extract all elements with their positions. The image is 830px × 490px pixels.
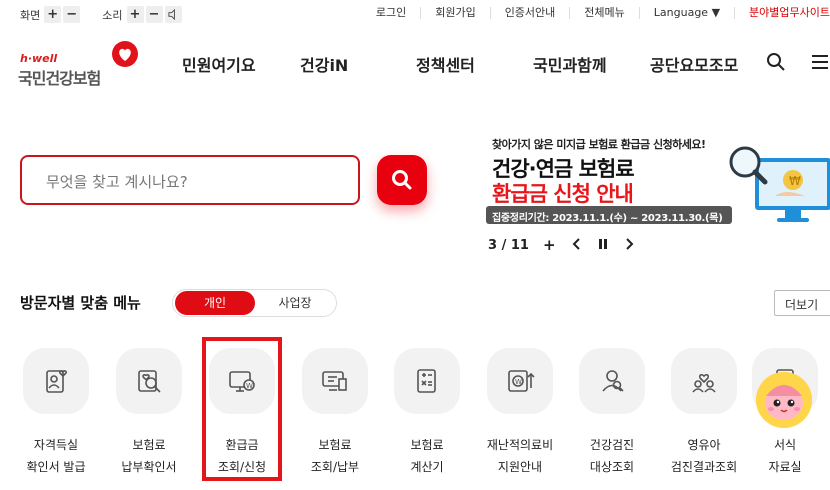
more-button[interactable]: 더보기: [774, 290, 830, 316]
menu-item-sublabel: 지원안내: [497, 460, 543, 474]
menu-item-premium-payment[interactable]: 보험료 조회/납부: [290, 348, 380, 488]
menu-item-label: 자격득실: [33, 438, 79, 452]
svg-text:₩: ₩: [789, 174, 801, 188]
search-button[interactable]: [377, 155, 427, 205]
menu-item-calculator[interactable]: 보험료 계산기: [382, 348, 472, 488]
menu-item-sublabel: 검진결과조회: [670, 460, 738, 474]
zoom-out-button[interactable]: −: [63, 6, 81, 23]
nav-civil-service[interactable]: 민원여기요: [182, 52, 256, 76]
menu-item-sublabel: 대상조회: [589, 460, 635, 474]
svg-text:W: W: [515, 378, 522, 386]
sound-label: 소리: [102, 8, 123, 22]
menu-item-sublabel: 자료실: [768, 460, 802, 474]
visitor-tabs: 개인 사업장: [172, 289, 337, 317]
chevron-left-icon[interactable]: [572, 236, 582, 254]
nav-policy-center[interactable]: 정책센터: [416, 52, 475, 76]
nav-health-in[interactable]: 건강iN: [300, 52, 348, 76]
accessibility-controls: 화면 + − 소리 + −: [20, 6, 184, 23]
magnifier-icon: [392, 170, 412, 190]
search-placeholder: 무엇을 찾고 계시나요?: [46, 173, 188, 191]
chevron-right-icon[interactable]: [624, 236, 634, 254]
won-arrow-icon: W: [487, 348, 553, 414]
menu-item-infant-checkup[interactable]: 영유아 검진결과조회: [659, 348, 749, 488]
person-heart-icon: [23, 348, 89, 414]
menu-icon[interactable]: [810, 54, 830, 70]
banner-period: 집중정리기간: 2023.11.1.(수) ~ 2023.11.30.(목): [486, 206, 732, 224]
tab-business[interactable]: 사업장: [255, 291, 335, 315]
menu-item-label: 건강검진: [589, 438, 635, 452]
menu-item-label: 재난적의료비: [486, 438, 554, 452]
signup-link[interactable]: 회원가입: [421, 7, 491, 19]
screen-size-label: 화면: [20, 8, 41, 22]
speaker-icon[interactable]: [164, 6, 182, 23]
search-input[interactable]: 무엇을 찾고 계시나요?: [20, 155, 360, 205]
banner-add-button[interactable]: +: [543, 236, 556, 254]
chatbot-mascot-button[interactable]: [756, 372, 812, 428]
menu-item-label: 보험료: [318, 438, 352, 452]
banner-pagination: 3 / 11: [488, 237, 529, 253]
menu-item-sublabel: 조회/납부: [310, 460, 360, 474]
menu-item-label: 서식: [773, 438, 797, 452]
family-heart-icon: [671, 348, 737, 414]
people-search-icon: [579, 348, 645, 414]
certificate-guide-link[interactable]: 인증서안내: [491, 7, 571, 19]
banner-subheadline: 환급금 신청 안내: [492, 182, 634, 206]
pause-icon[interactable]: [598, 236, 608, 254]
utility-bar: 화면 + − 소리 + − 로그인 회원가입 인증서안내 전체메뉴 Langua…: [0, 0, 830, 30]
document-search-icon: [116, 348, 182, 414]
menu-item-label: 보험료: [132, 438, 166, 452]
login-link[interactable]: 로그인: [362, 7, 422, 19]
menu-item-payment-cert[interactable]: 보험료 납부확인서: [104, 348, 194, 488]
promo-banner[interactable]: 찾아가지 않은 미지급 보험료 환급금 신청하세요! 건강·연금 보험료 환급금…: [478, 130, 830, 230]
nav-about-corp[interactable]: 공단요모조모: [650, 52, 738, 76]
monitor-receipt-icon: [302, 348, 368, 414]
zoom-in-button[interactable]: +: [44, 6, 62, 23]
menu-item-label: 영유아: [687, 438, 721, 452]
banner-top-text: 찾아가지 않은 미지급 보험료 환급금 신청하세요!: [492, 138, 706, 151]
calculator-icon: [394, 348, 460, 414]
business-sites-link[interactable]: 분야별업무사이트: [735, 7, 830, 19]
menu-item-sublabel: 계산기: [410, 460, 444, 474]
menu-item-sublabel: 확인서 발급: [26, 460, 86, 474]
tab-personal[interactable]: 개인: [175, 291, 255, 315]
main-navigation: 민원여기요 건강iN 정책센터 국민과함께 공단요모조모: [0, 52, 830, 76]
utility-links: 로그인 회원가입 인증서안내 전체메뉴 Language ▼ 분야별업무사이트: [362, 7, 830, 19]
language-select[interactable]: Language ▼: [640, 7, 736, 19]
menu-item-sublabel: 납부확인서: [121, 460, 177, 474]
volume-down-button[interactable]: −: [145, 6, 163, 23]
mascot-face-icon: [756, 372, 812, 428]
refund-illustration-icon: ₩: [729, 146, 830, 222]
volume-up-button[interactable]: +: [126, 6, 144, 23]
all-menu-link[interactable]: 전체메뉴: [570, 7, 640, 19]
menu-item-label: 보험료: [410, 438, 444, 452]
banner-controls: 3 / 11 +: [488, 236, 650, 254]
menu-item-catastrophic-medical[interactable]: W 재난적의료비 지원안내: [475, 348, 565, 488]
menu-item-health-checkup[interactable]: 건강검진 대상조회: [567, 348, 657, 488]
highlight-box: [202, 337, 282, 481]
search-icon[interactable]: [766, 52, 786, 72]
nav-with-citizens[interactable]: 국민과함께: [533, 52, 607, 76]
menu-item-qualification[interactable]: 자격득실 확인서 발급: [11, 348, 101, 488]
visitor-menu-title: 방문자별 맞춤 메뉴: [20, 294, 141, 312]
